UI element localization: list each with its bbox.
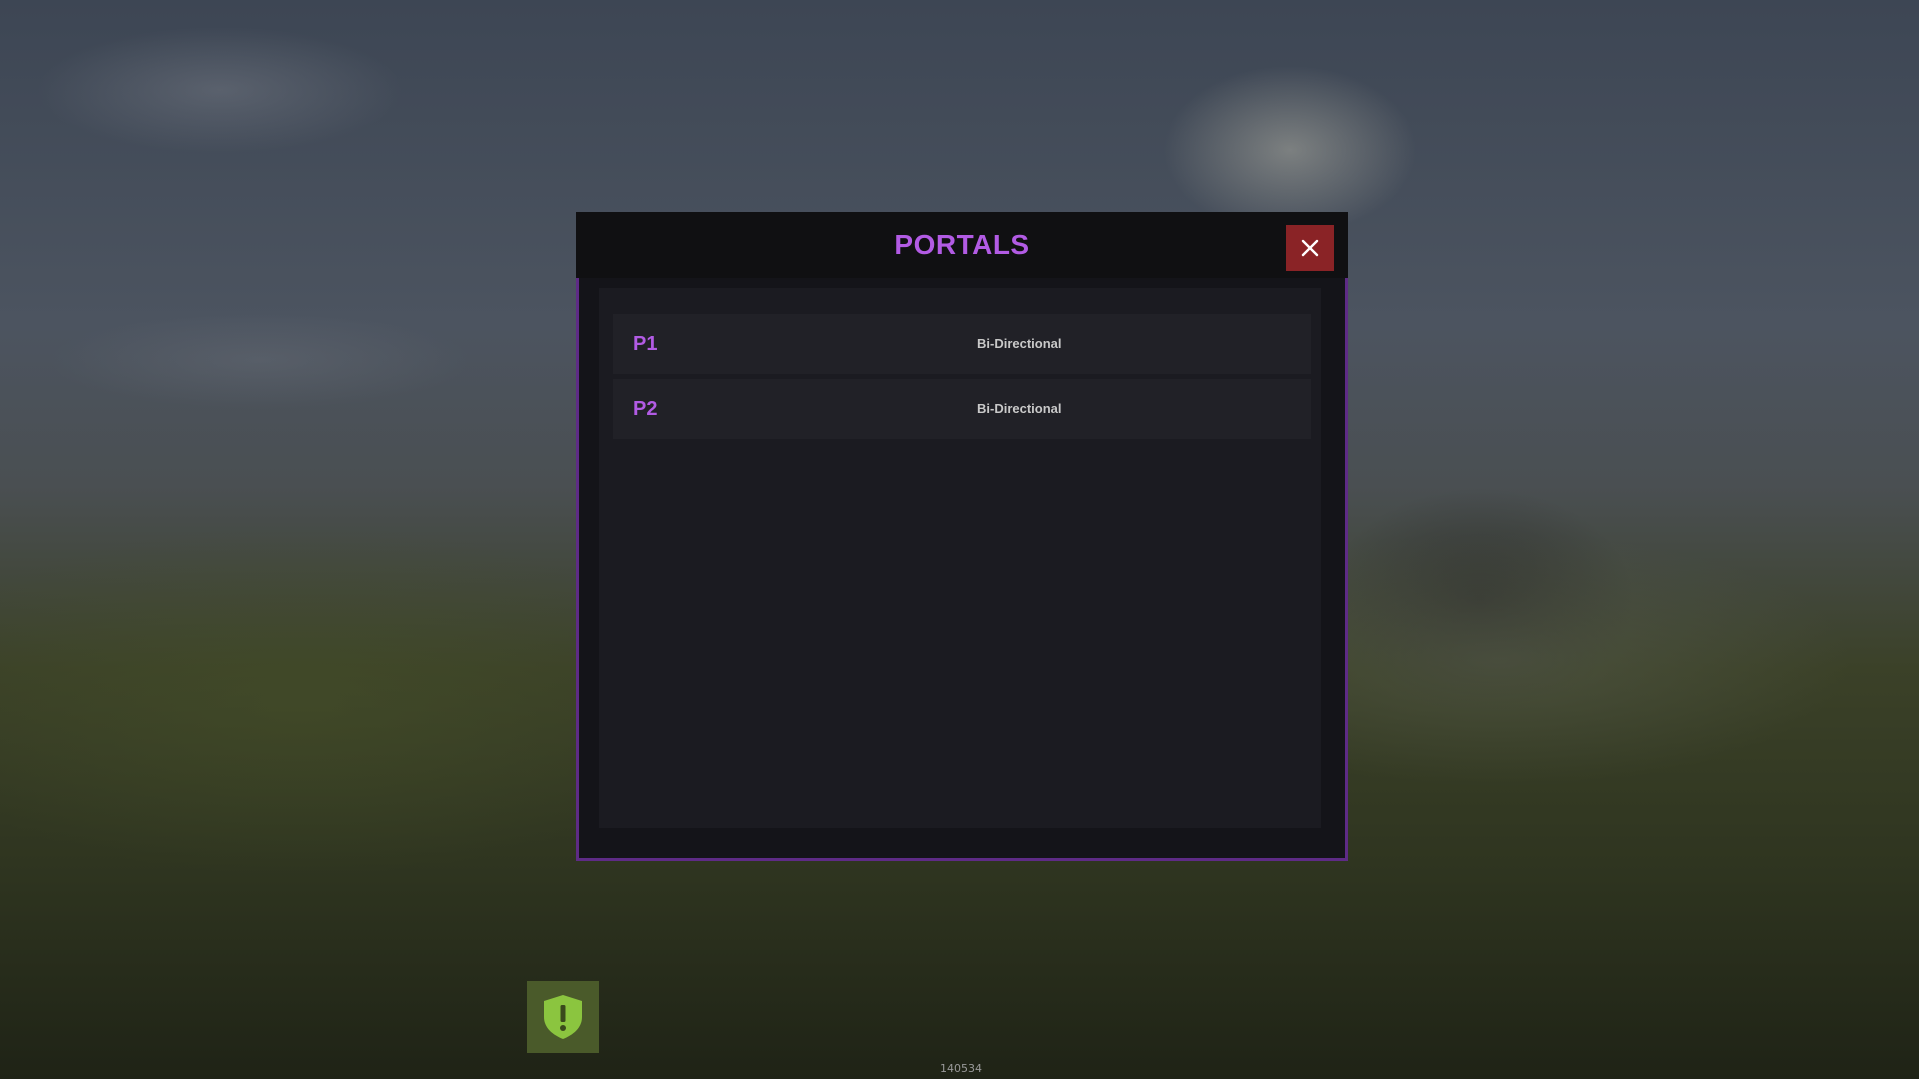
close-button[interactable] xyxy=(1286,225,1334,271)
shield-alert-button[interactable] xyxy=(527,981,599,1053)
close-icon xyxy=(1301,239,1319,257)
modal-body: P1 Bi-Directional P2 Bi-Directional xyxy=(576,278,1348,861)
portal-name: P1 xyxy=(633,333,658,355)
portal-mode: Bi-Directional xyxy=(977,401,1062,416)
portal-row-p2[interactable]: P2 Bi-Directional xyxy=(613,379,1311,439)
session-id-text: 140534 xyxy=(940,1062,982,1075)
portal-list: P1 Bi-Directional P2 Bi-Directional xyxy=(599,288,1321,828)
modal-header: PORTALS xyxy=(576,212,1348,278)
portal-row-p1[interactable]: P1 Bi-Directional xyxy=(613,314,1311,374)
modal-title: PORTALS xyxy=(894,229,1030,260)
portals-modal: PORTALS P1 Bi-Directional P2 Bi-Directio… xyxy=(576,212,1348,864)
shield-alert-icon xyxy=(544,995,582,1039)
portal-name: P2 xyxy=(633,398,658,420)
portal-mode: Bi-Directional xyxy=(977,336,1062,351)
